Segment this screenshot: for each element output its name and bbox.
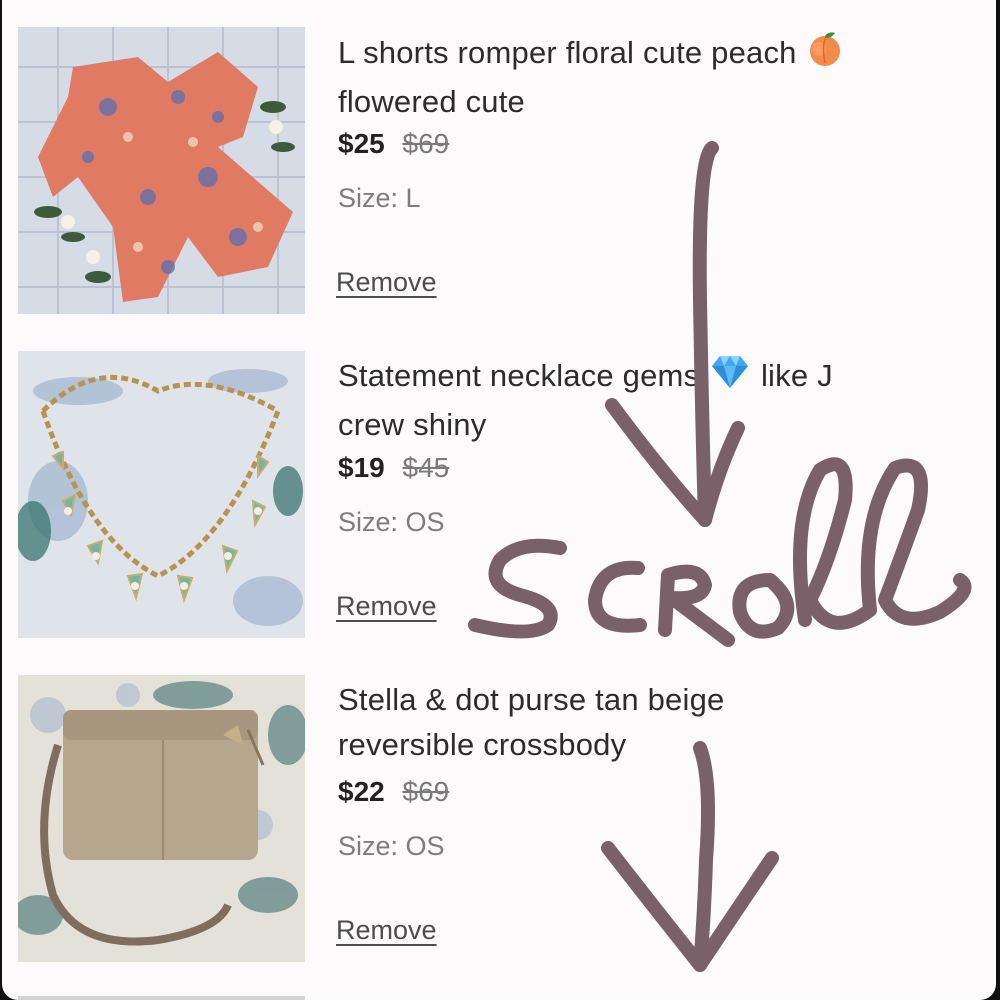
cart-item: Stella & dot purse tan beige reversible …: [18, 675, 978, 963]
floral-romper-photo: [18, 27, 305, 314]
item-image-romper[interactable]: [18, 27, 305, 314]
gem-emoji-icon: [708, 354, 752, 402]
peach-emoji-icon: [805, 29, 845, 79]
remove-button[interactable]: Remove: [336, 267, 437, 298]
necklace-photo: [18, 351, 305, 638]
item-image-purse[interactable]: [18, 675, 305, 962]
item-size: Size: OS: [338, 507, 445, 537]
price-row: $22 $69: [338, 776, 449, 808]
tan-purse-photo: [18, 675, 305, 962]
remove-button[interactable]: Remove: [336, 915, 437, 946]
sale-price: $25: [338, 128, 385, 159]
original-price: $45: [402, 452, 450, 483]
item-image-necklace[interactable]: [18, 351, 305, 638]
remove-button[interactable]: Remove: [336, 591, 437, 622]
item-size: Size: L: [338, 183, 421, 213]
sale-price: $19: [338, 452, 385, 483]
original-price: $69: [402, 776, 450, 807]
cart-item: Statement necklace gems like J crew shin…: [18, 351, 978, 639]
cart-screen: L shorts romper floral cute peach flower…: [2, 0, 996, 1000]
item-size: Size: OS: [338, 831, 445, 861]
original-price: $69: [402, 128, 450, 159]
item-title[interactable]: Stella & dot purse tan beige reversible …: [338, 677, 938, 767]
cart-item: L shorts romper floral cute peach flower…: [18, 27, 978, 315]
price-row: $25 $69: [338, 128, 449, 160]
next-item-thumbnail-partial: [18, 996, 305, 1000]
sale-price: $22: [338, 776, 385, 807]
price-row: $19 $45: [338, 452, 449, 484]
item-title[interactable]: Statement necklace gems like J crew shin…: [338, 353, 938, 447]
item-title[interactable]: L shorts romper floral cute peach flower…: [338, 29, 938, 124]
